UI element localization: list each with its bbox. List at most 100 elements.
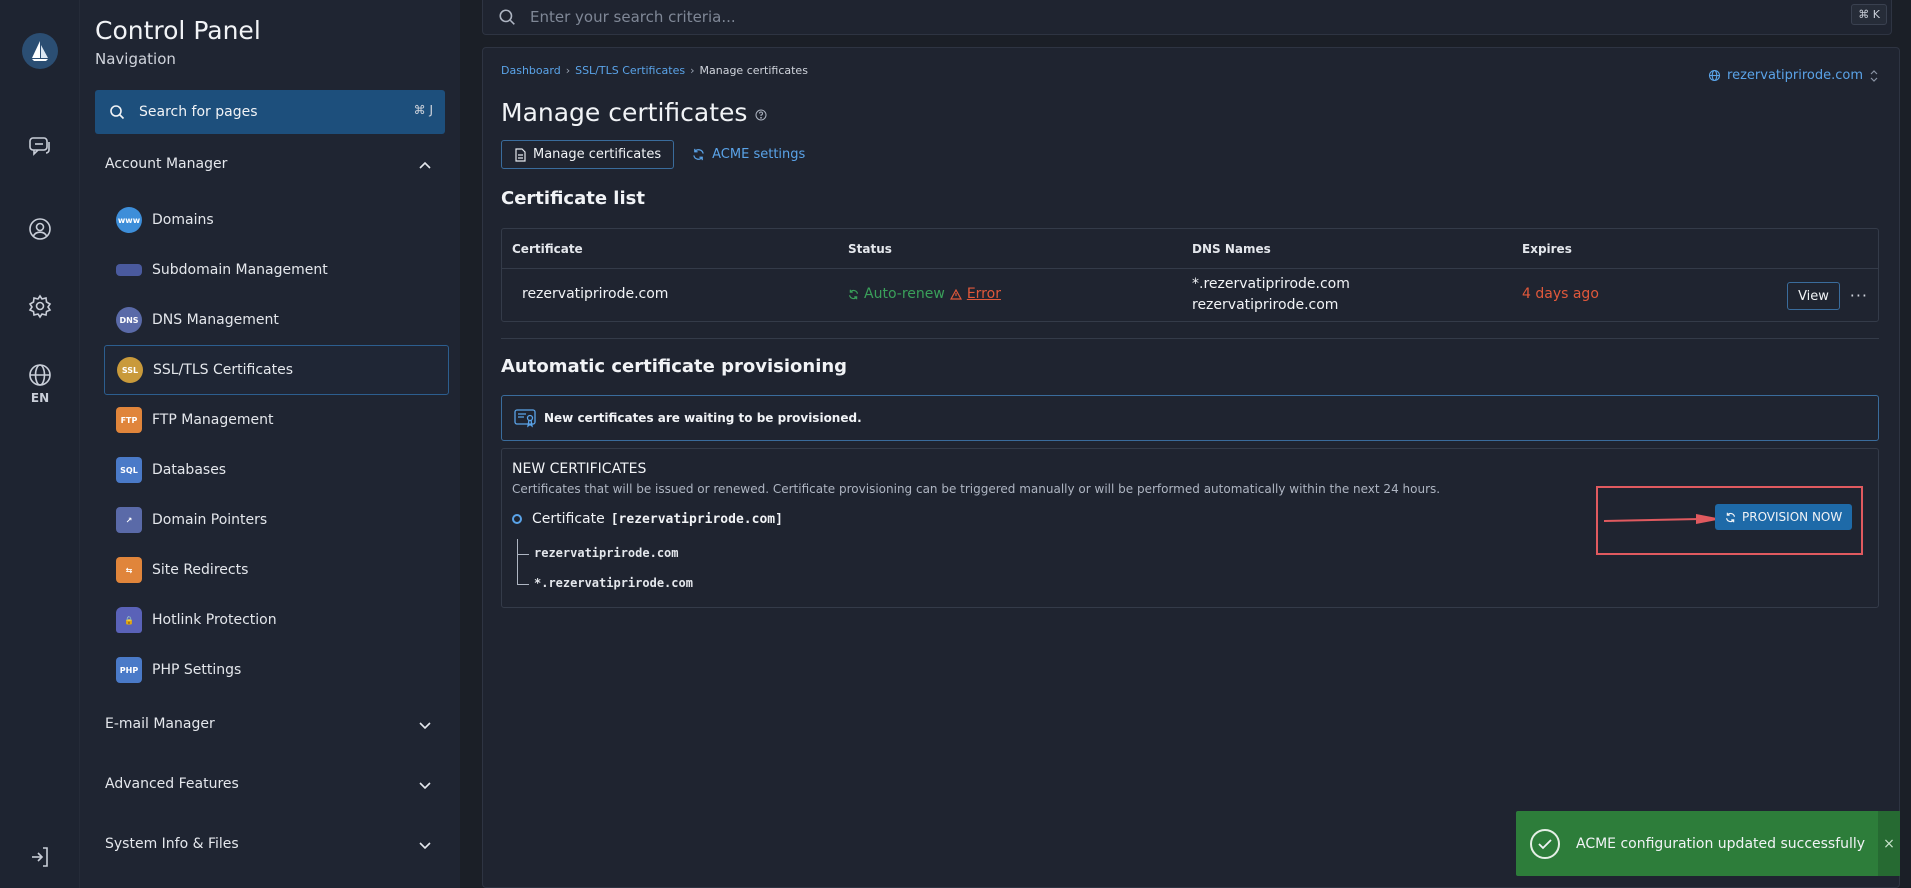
column-dns-names: DNS Names [1192,242,1271,256]
sidebar-item-label: Domains [152,212,214,228]
page-search-shortcut: ⌘ J [413,103,433,117]
panel-title: Control Panel [95,16,261,45]
status-auto-renew: Auto-renew [864,286,945,302]
global-search-shortcut: ⌘ K [1851,4,1887,25]
sidebar-item-ftp-management[interactable]: FTP FTP Management [104,395,449,445]
certificate-list-heading: Certificate list [501,188,645,209]
sailboat-logo-icon[interactable] [22,33,58,69]
database-icon: SQL [116,457,142,483]
new-certificates-description: Certificates that will be issued or rene… [512,482,1441,496]
tree-branch [517,584,529,585]
user-icon[interactable] [27,216,53,242]
redirect-icon: ⇆ [116,557,142,583]
help-icon[interactable] [755,109,767,121]
sidebar-item-site-redirects[interactable]: ⇆ Site Redirects [104,545,449,595]
sidebar-item-hotlink-protection[interactable]: 🔒 Hotlink Protection [104,595,449,645]
table-header: Certificate Status DNS Names Expires [502,229,1878,269]
sidebar-item-dns-management[interactable]: DNS DNS Management [104,295,449,345]
success-toast: ACME configuration updated successfully … [1516,811,1900,876]
tab-label: ACME settings [712,147,806,162]
tree-branch [517,554,529,555]
arrow-annotation-icon [1604,514,1722,524]
sidebar-item-ssl-certificates[interactable]: SSL SSL/TLS Certificates [104,345,449,395]
search-icon [499,9,515,25]
warning-icon [949,288,962,300]
ssl-certificate-icon: SSL [117,357,143,383]
domain-selector-value: rezervatiprirode.com [1727,68,1863,83]
provisioning-info-banner: New certificates are waiting to be provi… [501,395,1879,441]
sidebar-item-label: Site Redirects [152,562,249,578]
language-label[interactable]: EN [0,391,80,405]
sidebar-item-php-settings[interactable]: PHP PHP Settings [104,645,449,695]
sidebar-item-databases[interactable]: SQL Databases [104,445,449,495]
gear-icon[interactable] [27,293,53,319]
global-search-bar: ⌘ K [482,0,1892,35]
sidebar-item-label: Domain Pointers [152,512,268,528]
certificate-name: rezervatiprirode.com [522,286,669,302]
radio-dot-icon [512,514,522,524]
sidebar-item-domains[interactable]: www Domains [104,195,449,245]
email-manager-toggle[interactable]: E-mail Manager [105,716,445,732]
sidebar-item-label: FTP Management [152,412,274,428]
column-certificate: Certificate [512,242,583,256]
sidebar-item-domain-pointers[interactable]: ↗ Domain Pointers [104,495,449,545]
divider [501,338,1879,339]
certificate-table: Certificate Status DNS Names Expires rez… [501,228,1879,322]
sidebar-item-label: SSL/TLS Certificates [153,362,293,378]
refresh-icon [1725,512,1736,522]
provision-now-button[interactable]: PROVISION NOW [1715,504,1853,530]
new-certificates-title: NEW CERTIFICATES [512,461,647,477]
globe-icon [1708,69,1721,82]
ftp-icon: FTP [116,407,142,433]
pending-certificate: Certificate [rezervatiprirode.com] [512,511,783,527]
search-icon [110,105,125,120]
close-icon[interactable]: × [1878,811,1900,876]
sidebar-item-label: Subdomain Management [152,262,328,278]
sidebar-item-label: Hotlink Protection [152,612,277,628]
breadcrumb-ssl[interactable]: SSL/TLS Certificates [575,64,685,77]
account-manager-label: Account Manager [105,156,228,172]
global-search-input[interactable] [530,8,1730,26]
certificate-info-icon [514,409,536,428]
system-info-toggle[interactable]: System Info & Files [105,836,445,852]
provisioning-info-text: New certificates are waiting to be provi… [544,411,862,425]
main-content: Dashboard › SSL/TLS Certificates › Manage ce… [482,47,1900,888]
document-icon [515,147,526,162]
breadcrumb-current: Manage certificates [699,64,808,77]
breadcrumb-dashboard[interactable]: Dashboard [501,64,561,77]
page-search-button[interactable]: Search for pages ⌘ J [95,90,445,134]
provisioning-heading: Automatic certificate provisioning [501,356,848,377]
sidebar-item-subdomain-management[interactable]: Subdomain Management [104,245,449,295]
refresh-icon [848,289,859,299]
left-rail: EN [0,0,80,888]
chevron-down-icon [419,842,431,850]
lock-icon: 🔒 [116,607,142,633]
navigation-panel: Control Panel Navigation Search for page… [80,0,460,888]
chevron-up-icon [419,161,431,169]
php-icon: PHP [116,657,142,683]
domain-pointer-icon: ↗ [116,507,142,533]
toast-message: ACME configuration updated successfully [1576,835,1866,852]
tab-manage-certificates[interactable]: Manage certificates [501,140,675,169]
tree-line [517,539,519,584]
dns-name: *.rezervatiprirode.com [1192,276,1350,292]
chat-icon[interactable] [27,133,53,159]
system-info-label: System Info & Files [105,836,239,852]
breadcrumb: Dashboard › SSL/TLS Certificates › Manage ce… [501,64,808,77]
advanced-features-toggle[interactable]: Advanced Features [105,776,445,792]
page-search-label: Search for pages [139,104,258,120]
view-button[interactable]: View [1787,282,1840,310]
page-title: Manage certificates [501,98,767,127]
chevron-down-icon [419,722,431,730]
sidebar-item-label: DNS Management [152,312,279,328]
domain-selector[interactable]: rezervatiprirode.com [1708,68,1879,83]
account-manager-toggle[interactable]: Account Manager [105,156,445,172]
refresh-icon [693,148,704,161]
pending-certificate-name: [rezervatiprirode.com] [610,511,783,527]
tab-acme-settings[interactable]: ACME settings [688,140,809,169]
check-circle-icon [1530,828,1560,859]
more-options-icon[interactable]: ··· [1850,286,1868,305]
status-error-link[interactable]: Error [967,286,1001,302]
globe-icon[interactable] [27,362,53,388]
logout-icon[interactable] [27,844,53,870]
